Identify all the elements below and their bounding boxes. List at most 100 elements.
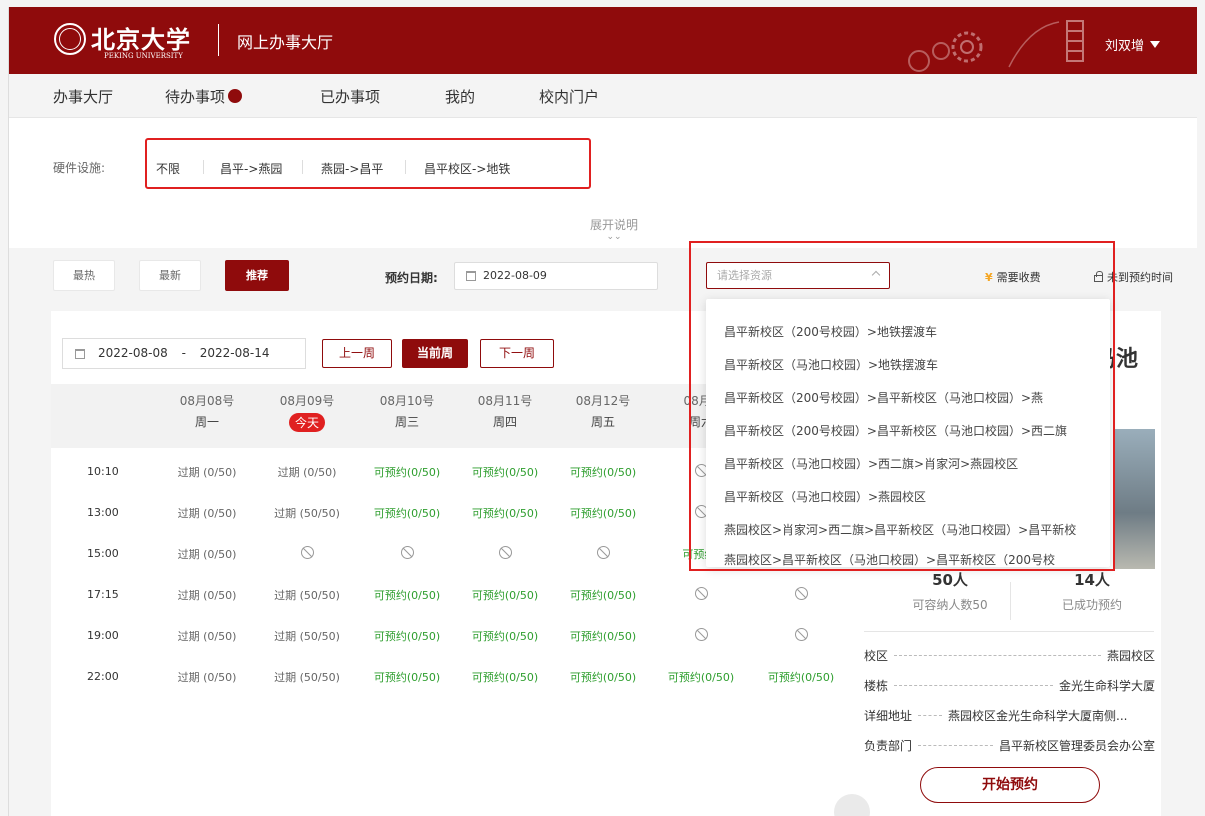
weekday-header: 周五: [590, 415, 615, 429]
nav-todo[interactable]: 待办事项: [165, 86, 243, 107]
unavailable-cell: [259, 546, 355, 562]
range-separator: -: [181, 346, 186, 360]
date-input[interactable]: 2022-08-09: [454, 262, 658, 290]
prev-week-button[interactable]: 上一周: [322, 339, 392, 368]
available-slot[interactable]: 可预约(0/50): [359, 505, 455, 521]
dropdown-option[interactable]: 燕园校区>昌平新校区（马池口校园）>昌平新校区（200号校: [724, 551, 1104, 567]
available-slot[interactable]: 可预约(0/50): [555, 587, 651, 603]
week-range-input[interactable]: 2022-08-08 - 2022-08-14: [62, 338, 306, 369]
date-header: 08月10号: [379, 394, 435, 408]
available-slot[interactable]: 可预约(0/50): [555, 464, 651, 480]
available-slot[interactable]: 可预约(0/50): [359, 669, 455, 685]
sort-hot-button[interactable]: 最热: [53, 260, 115, 291]
next-week-button[interactable]: 下一周: [480, 339, 554, 368]
available-slot[interactable]: 可预约(0/50): [555, 669, 651, 685]
date-label: 预约日期:: [385, 271, 438, 285]
prohibited-icon: [400, 546, 414, 559]
expired-slot: 过期 (0/50): [177, 466, 237, 479]
expired-slot: 过期 (50/50): [274, 589, 340, 602]
calendar-icon: [466, 271, 476, 281]
dropdown-option[interactable]: 昌平新校区（马池口校园）>燕园校区: [724, 488, 1104, 505]
info-value: 金光生命科学大厦: [1058, 679, 1155, 693]
expired-slot: 过期 (50/50): [274, 507, 340, 520]
notification-badge: [228, 89, 243, 103]
available-slot[interactable]: 可预约(0/50): [555, 628, 651, 644]
user-menu[interactable]: 刘双增: [1105, 35, 1161, 54]
fee-legend: ¥ 需要收费: [985, 269, 1041, 285]
time-slot-label: 13:00: [87, 506, 119, 519]
time-slot-label: 15:00: [87, 547, 119, 560]
info-address: 详细地址 燕园校区金光生命科学大厦南侧...: [864, 707, 1155, 724]
available-slot[interactable]: 可预约(0/50): [555, 505, 651, 521]
available-slot[interactable]: 可预约(0/50): [457, 628, 553, 644]
filter-option-cp-subway[interactable]: 昌平校区->地铁: [424, 160, 510, 177]
expand-pointer: [601, 129, 621, 139]
available-slot[interactable]: 可预约(0/50): [457, 464, 553, 480]
dropdown-option[interactable]: 昌平新校区（200号校园）>昌平新校区（马池口校园）>燕: [724, 389, 1104, 406]
available-slot[interactable]: 可预约(0/50): [457, 587, 553, 603]
range-start: 2022-08-08: [98, 346, 168, 360]
filter-option-any[interactable]: 不限: [156, 160, 180, 177]
nav-todo-label: 待办事项: [165, 88, 226, 106]
range-end: 2022-08-14: [199, 346, 270, 360]
filter-divider: [203, 160, 204, 174]
nav-hall[interactable]: 办事大厅: [53, 86, 113, 107]
prohibited-icon: [794, 628, 808, 641]
sort-recommend-button[interactable]: 推荐: [225, 260, 289, 291]
unavailable-cell: [457, 546, 553, 562]
capacity-label: 可容纳人数50: [912, 598, 988, 612]
time-slot-label: 10:10: [87, 465, 119, 478]
info-building: 楼栋 金光生命科学大厦: [864, 677, 1155, 694]
dropdown-option[interactable]: 昌平新校区（马池口校园）>地铁摆渡车: [724, 356, 1104, 373]
time-slot-label: 22:00: [87, 670, 119, 683]
info-value: 燕园校区金光生命科学大厦南侧...: [948, 709, 1128, 723]
available-slot[interactable]: 可预约(0/50): [753, 669, 849, 685]
available-slot[interactable]: 可预约(0/50): [457, 669, 553, 685]
nav-done[interactable]: 已办事项: [320, 86, 380, 107]
unavailable-cell: [753, 628, 849, 644]
main-nav: 办事大厅 待办事项 已办事项 我的 校内门户: [9, 74, 1197, 118]
resource-select[interactable]: 请选择资源: [706, 262, 890, 289]
fee-label: 需要收费: [996, 271, 1041, 284]
nav-mine[interactable]: 我的: [445, 86, 475, 107]
nav-portal[interactable]: 校内门户: [539, 86, 599, 107]
info-campus: 校区 燕园校区: [864, 647, 1155, 664]
pku-seal-logo: [54, 23, 86, 55]
available-slot[interactable]: 可预约(0/50): [359, 464, 455, 480]
start-booking-button[interactable]: 开始预约: [920, 767, 1100, 803]
dropdown-option[interactable]: 燕园校区>肖家河>西二旗>昌平新校区（马池口校园）>昌平新校: [724, 521, 1104, 538]
prohibited-icon: [794, 587, 808, 600]
filter-option-cp-yy[interactable]: 昌平->燕园: [220, 160, 282, 177]
unavailable-cell: [753, 587, 849, 603]
dropdown-option[interactable]: 昌平新校区（200号校园）>昌平新校区（马池口校园）>西二旗: [724, 422, 1104, 439]
expired-slot: 过期 (0/50): [277, 466, 337, 479]
sort-new-button[interactable]: 最新: [139, 260, 201, 291]
date-header: 08月08号: [179, 394, 235, 408]
available-slot[interactable]: 可预约(0/50): [653, 669, 749, 685]
prohibited-icon: [300, 546, 314, 559]
prohibited-icon: [596, 546, 610, 559]
chevron-double-down-icon: ⌄⌄: [606, 232, 622, 242]
info-value: 昌平新校区管理委员会办公室: [998, 739, 1155, 753]
unavailable-cell: [653, 628, 749, 644]
available-slot[interactable]: 可预约(0/50): [359, 628, 455, 644]
available-slot[interactable]: 可预约(0/50): [359, 587, 455, 603]
date-header: 08月09号: [279, 394, 335, 408]
available-slot[interactable]: 可预约(0/50): [457, 505, 553, 521]
chevron-up-icon: [871, 270, 881, 280]
current-week-button[interactable]: 当前周: [402, 339, 468, 368]
filter-option-yy-cp[interactable]: 燕园->昌平: [321, 160, 383, 177]
expired-slot: 过期 (0/50): [177, 630, 237, 643]
dropdown-option[interactable]: 昌平新校区（200号校园）>地铁摆渡车: [724, 323, 1104, 340]
app-title: 网上办事大厅: [237, 33, 334, 52]
date-header: 08月11号: [477, 394, 533, 408]
top-header: 北京大学 PEKING UNIVERSITY 网上办事大厅 刘双增: [9, 7, 1197, 74]
date-header: 08月12号: [575, 394, 631, 408]
booked-label: 已成功预约: [1061, 598, 1122, 612]
gears-decoration-icon: [908, 20, 1084, 72]
time-slot-label: 19:00: [87, 629, 119, 642]
weekday-header: 周四: [492, 415, 517, 429]
expand-description[interactable]: 展开说明 ⌄⌄: [583, 216, 645, 242]
dropdown-option[interactable]: 昌平新校区（马池口校园）>西二旗>肖家河>燕园校区: [724, 455, 1104, 472]
expired-slot: 过期 (50/50): [274, 630, 340, 643]
